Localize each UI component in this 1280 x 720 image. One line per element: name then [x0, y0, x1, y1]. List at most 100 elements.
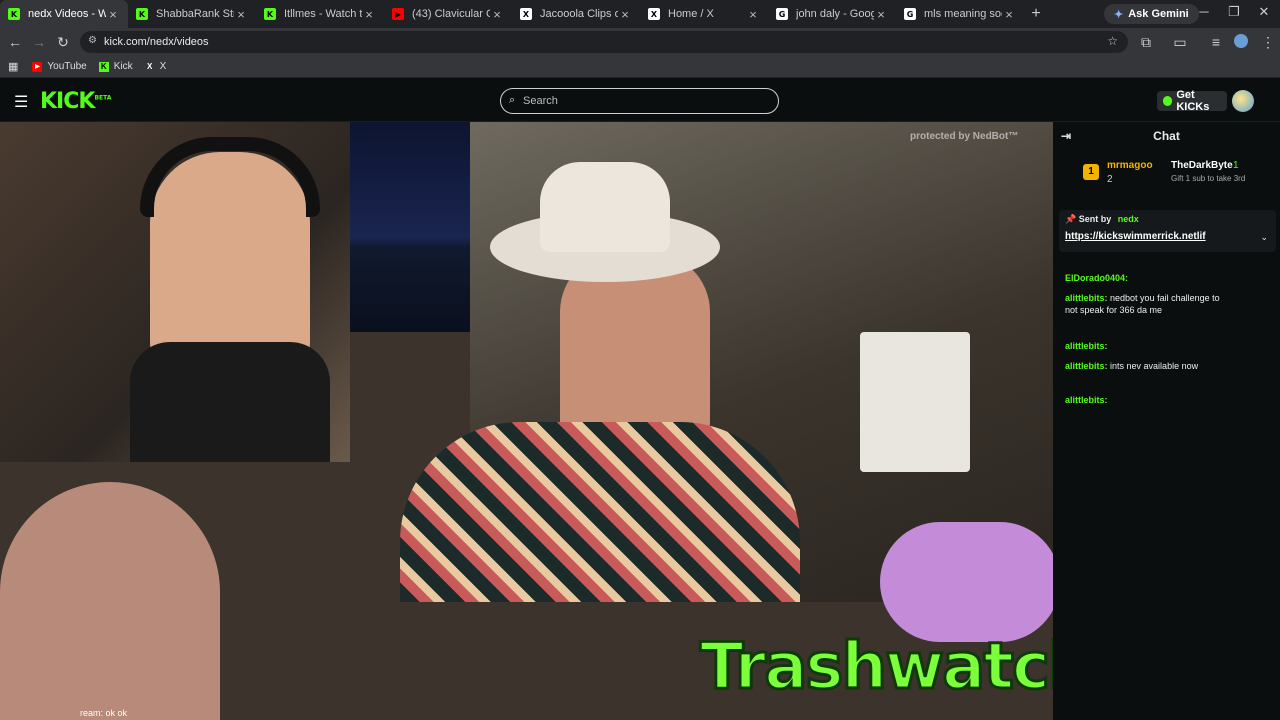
close-tab-icon[interactable]: × — [362, 7, 376, 22]
pinned-link[interactable]: https://kickswimmerrick.netlif — [1065, 231, 1215, 242]
kicks-coin-icon — [1163, 96, 1173, 106]
bookmarks-bar: ▦ ▶ YouTube K Kick X X — [0, 56, 1280, 78]
tab-favicon-icon: G — [904, 8, 916, 20]
close-tab-icon[interactable]: × — [874, 7, 888, 22]
tab-title: mls meaning soccer - G — [924, 8, 1002, 20]
trashwatch-title: Trashwatch — [698, 629, 1094, 706]
bald-man-overlay — [0, 482, 220, 720]
pinned-message[interactable]: 📌 Sent by nedx https://kickswimmerrick.n… — [1059, 210, 1276, 252]
chat-panel: ⇥ Chat 1 mrmagoo 2 TheDarkByte 1 Gift 1 … — [1053, 122, 1280, 720]
reload-icon[interactable]: ↻ — [51, 34, 75, 51]
tab-title: Itllmes - Watch the VOD — [284, 8, 362, 20]
tab-title: Home / X — [668, 8, 714, 20]
leaderboard-user-2[interactable]: TheDarkByte — [1171, 160, 1233, 171]
back-icon[interactable]: ← — [3, 34, 27, 50]
chat-username[interactable]: alittlebits: — [1065, 395, 1108, 405]
browser-tab[interactable]: K Itllmes - Watch the VOD× — [256, 0, 384, 28]
user-avatar[interactable] — [1232, 90, 1254, 112]
close-window-icon[interactable]: ✕ — [1254, 4, 1274, 20]
chat-message: alittlebits: — [1065, 394, 1225, 406]
kick-icon: K — [98, 61, 109, 72]
ask-gemini-label: Ask Gemini — [1128, 8, 1189, 20]
forward-icon[interactable]: → — [27, 34, 51, 50]
url-text: kick.com/nedx/videos — [104, 36, 209, 48]
browser-tab[interactable]: Gmls meaning soccer - G× — [896, 0, 1024, 28]
kick-header: ☰ KICKBETA ⌕ Search Get KICKs — [0, 80, 1280, 122]
sent-by-label: Sent by — [1078, 214, 1112, 224]
close-tab-icon[interactable]: × — [490, 7, 504, 22]
watermark: protected by NedBot™ — [910, 131, 1019, 142]
close-tab-icon[interactable]: × — [618, 7, 632, 22]
gift-leaderboard: 1 mrmagoo 2 TheDarkByte 1 Gift 1 sub to … — [1083, 160, 1278, 190]
site-info-icon[interactable]: ⚙ — [88, 35, 97, 46]
bookmark-x[interactable]: X X — [145, 61, 166, 72]
bookmark-star-icon[interactable]: ☆ — [1107, 34, 1118, 48]
close-tab-icon[interactable]: × — [106, 7, 120, 22]
apps-grid-icon[interactable]: ▦ — [8, 60, 18, 73]
search-placeholder: Search — [523, 95, 558, 107]
appliance — [860, 332, 970, 472]
media-icon[interactable]: ≡ — [1204, 34, 1228, 50]
tab-favicon-icon: K — [8, 8, 20, 20]
rank-badge: 1 — [1083, 164, 1099, 180]
tab-favicon-icon: X — [520, 8, 532, 20]
chat-username[interactable]: alittlebits: — [1065, 361, 1108, 371]
video-caption: ream: ok ok — [80, 708, 128, 718]
close-tab-icon[interactable]: × — [1002, 7, 1016, 22]
leaderboard-note: Gift 1 sub to take 3rd — [1171, 174, 1246, 183]
chat-username[interactable]: alittlebits: — [1065, 341, 1108, 351]
get-kicks-label: Get KICKs — [1176, 89, 1210, 113]
tab-title: Jacooola Clips on X: "K — [540, 8, 618, 20]
tab-title: nedx Videos - Watc — [28, 8, 106, 20]
chat-username[interactable]: ElDorado0404: — [1065, 273, 1128, 283]
chat-text: ints nev available now — [1110, 361, 1199, 371]
logo-text: KICK — [40, 89, 95, 114]
chat-message: alittlebits: — [1065, 340, 1225, 352]
leaderboard-count-2: 1 — [1233, 160, 1239, 171]
minimize-icon[interactable]: ─ — [1194, 4, 1214, 19]
address-bar-row: ← → ↻ ⚙ kick.com/nedx/videos ☆ ⧉ ▭ ≡ ⋮ — [0, 28, 1280, 56]
leaderboard-user-1[interactable]: mrmagoo — [1107, 160, 1153, 171]
chat-username[interactable]: alittlebits: — [1065, 293, 1108, 303]
leaderboard-count-1: 2 — [1107, 174, 1113, 185]
cast-icon[interactable]: ▭ — [1168, 34, 1192, 51]
get-kicks-button[interactable]: Get KICKs — [1157, 89, 1227, 113]
ask-gemini-button[interactable]: ✦ Ask Gemini — [1104, 4, 1199, 24]
hamburger-menu-icon[interactable]: ☰ — [14, 92, 28, 112]
chat-message: alittlebits: ints nev available now — [1065, 360, 1225, 372]
search-icon: ⌕ — [509, 94, 516, 106]
tab-favicon-icon: X — [648, 8, 660, 20]
maximize-icon[interactable]: ❐ — [1224, 4, 1244, 20]
profile-icon[interactable] — [1234, 34, 1248, 48]
new-tab-button[interactable]: + — [1024, 5, 1048, 23]
tab-title: ShabbaRank Stream - — [156, 8, 234, 20]
bookmark-kick[interactable]: K Kick — [98, 61, 133, 72]
browser-tab[interactable]: Knedx Videos - Watc× — [0, 0, 128, 28]
browser-tab-bar: Knedx Videos - Watc×KShabbaRank Stream -… — [0, 0, 1280, 28]
browser-tab[interactable]: ▶ (43) Clavicular Goes to× — [384, 0, 512, 28]
browser-tab[interactable]: X Jacooola Clips on X: "K× — [512, 0, 640, 28]
browser-tab[interactable]: Gjohn daly - Google Sea× — [768, 0, 896, 28]
search-input[interactable]: ⌕ Search — [500, 88, 779, 114]
tab-favicon-icon: K — [136, 8, 148, 20]
tab-strip: Knedx Videos - Watc×KShabbaRank Stream -… — [0, 0, 1024, 28]
chat-message: alittlebits: nedbot you fail challenge t… — [1065, 292, 1225, 316]
browser-tab[interactable]: K ShabbaRank Stream - × — [128, 0, 256, 28]
tab-favicon-icon: G — [776, 8, 788, 20]
pinned-sender: nedx — [1117, 214, 1139, 224]
tab-favicon-icon: K — [264, 8, 276, 20]
close-tab-icon[interactable]: × — [234, 7, 248, 22]
bookmark-label: YouTube — [47, 61, 87, 72]
browser-tab[interactable]: X Home / X × — [640, 0, 768, 28]
menu-kebab-icon[interactable]: ⋮ — [1256, 34, 1280, 51]
chevron-down-icon[interactable]: ⌄ — [1260, 232, 1268, 243]
floral-shirt — [400, 422, 800, 602]
extensions-icon[interactable]: ⧉ — [1134, 34, 1158, 51]
logo-beta: BETA — [94, 94, 112, 102]
kick-logo[interactable]: KICKBETA — [40, 89, 111, 114]
close-tab-icon[interactable]: × — [746, 7, 760, 22]
url-field[interactable]: ⚙ kick.com/nedx/videos ☆ — [80, 31, 1128, 53]
collapse-chat-icon[interactable]: ⇥ — [1061, 129, 1071, 143]
bookmark-youtube[interactable]: ▶ YouTube — [32, 61, 87, 72]
pin-icon: 📌 — [1065, 214, 1077, 224]
